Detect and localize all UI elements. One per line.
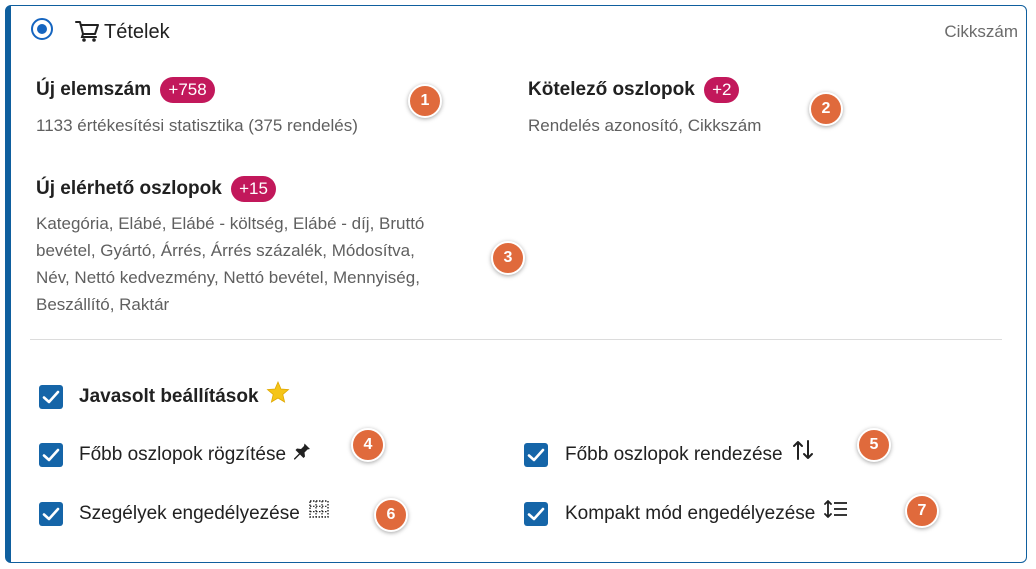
compact-label-text: Kompakt mód engedélyezése bbox=[565, 503, 816, 525]
header-right-label: Cikkszám bbox=[944, 22, 1018, 41]
header-title: Tételek bbox=[104, 21, 170, 43]
required-columns-title-text: Kötelező oszlopok bbox=[528, 79, 695, 100]
marker-1: 1 bbox=[408, 84, 442, 118]
new-columns-line: Név, Nettó kedvezmény, Nettó bevétel, Me… bbox=[36, 268, 420, 287]
line-height-icon bbox=[821, 500, 849, 526]
new-items-title: Új elemszám +758 bbox=[36, 77, 215, 103]
border-grid-icon bbox=[305, 500, 330, 526]
sort-columns-label-text: Főbb oszlopok rendezése bbox=[565, 444, 783, 466]
marker-6: 6 bbox=[374, 498, 408, 532]
new-columns-title-text: Új elérhető oszlopok bbox=[36, 178, 222, 199]
recommended-checkbox[interactable] bbox=[39, 385, 63, 409]
star-icon bbox=[264, 380, 290, 409]
pin-icon bbox=[291, 441, 313, 467]
required-columns-description: Rendelés azonosító, Cikkszám bbox=[528, 116, 762, 135]
marker-4: 4 bbox=[351, 428, 385, 462]
pin-columns-label-text: Főbb oszlopok rögzítése bbox=[79, 444, 287, 466]
sort-arrows-icon bbox=[788, 440, 815, 467]
required-columns-title: Kötelező oszlopok +2 bbox=[528, 77, 740, 103]
borders-checkbox[interactable] bbox=[39, 502, 63, 526]
new-items-title-text: Új elemszám bbox=[36, 79, 152, 100]
compact-checkbox[interactable] bbox=[524, 502, 548, 526]
section-divider bbox=[30, 339, 1002, 340]
marker-7: 7 bbox=[905, 494, 939, 528]
borders-label: Szegélyek engedélyezése bbox=[79, 500, 330, 526]
new-columns-description: Kategória, Elábé, Elábé - költség, Elábé… bbox=[36, 210, 424, 318]
required-columns-badge: +2 bbox=[704, 77, 740, 103]
borders-label-text: Szegélyek engedélyezése bbox=[79, 503, 300, 525]
sort-columns-checkbox[interactable] bbox=[524, 443, 548, 467]
pin-columns-checkbox[interactable] bbox=[39, 443, 63, 467]
new-columns-title: Új elérhető oszlopok +15 bbox=[36, 176, 276, 202]
marker-3: 3 bbox=[491, 241, 525, 275]
marker-5: 5 bbox=[857, 428, 891, 462]
cart-icon bbox=[74, 19, 100, 43]
marker-2: 2 bbox=[809, 92, 843, 126]
pin-columns-label: Főbb oszlopok rögzítése bbox=[79, 441, 313, 467]
sort-columns-label: Főbb oszlopok rendezése bbox=[565, 440, 815, 467]
tetelek-radio[interactable] bbox=[31, 18, 53, 40]
compact-label: Kompakt mód engedélyezése bbox=[565, 500, 849, 526]
recommended-label: Javasolt beállítások bbox=[79, 380, 290, 409]
new-columns-line: Beszállító, Raktár bbox=[36, 295, 170, 314]
new-columns-line: Kategória, Elábé, Elábé - költség, Elábé… bbox=[36, 214, 425, 233]
new-items-description: 1133 értékesítési statisztika (375 rende… bbox=[36, 116, 358, 135]
recommended-label-text: Javasolt beállítások bbox=[79, 386, 259, 408]
new-columns-badge: +15 bbox=[231, 176, 276, 202]
new-items-badge: +758 bbox=[160, 77, 215, 103]
new-columns-line: bevétel, Gyártó, Árrés, Árrés százalék, … bbox=[36, 241, 415, 260]
